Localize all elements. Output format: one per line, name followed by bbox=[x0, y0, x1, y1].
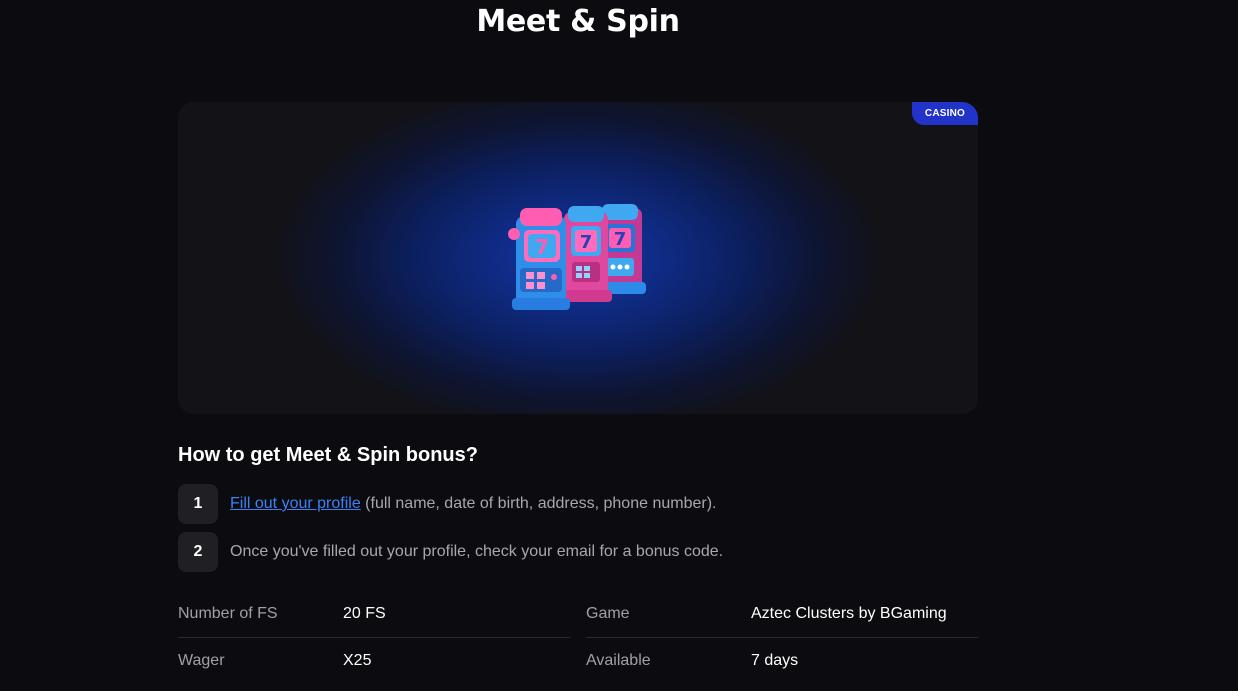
svg-text:7: 7 bbox=[535, 235, 549, 259]
step-text: Fill out your profile (full name, date o… bbox=[230, 495, 716, 513]
bonus-banner: CASINO 7 7 7 bbox=[178, 102, 978, 414]
game-value: Aztec Clusters by BGaming bbox=[751, 605, 947, 622]
step-number: 1 bbox=[178, 484, 218, 524]
how-to-title: How to get Meet & Spin bonus? bbox=[178, 444, 478, 466]
step-1: 1 Fill out your profile (full name, date… bbox=[178, 484, 716, 524]
number-of-fs-label: Number of FS bbox=[178, 605, 278, 622]
available-label: Available bbox=[586, 652, 651, 669]
step-1-text: (full name, date of birth, address, phon… bbox=[360, 495, 717, 512]
wager-value: X25 bbox=[343, 652, 372, 669]
fill-profile-link[interactable]: Fill out your profile bbox=[230, 495, 361, 512]
number-of-fs-value: 20 FS bbox=[343, 605, 386, 622]
slot-machines-icon: 7 7 7 bbox=[508, 204, 646, 310]
svg-text:7: 7 bbox=[580, 232, 593, 253]
page-title: Meet & Spin bbox=[476, 4, 680, 39]
step-2: 2 Once you've filled out your profile, c… bbox=[178, 532, 723, 572]
divider bbox=[178, 637, 570, 638]
wager-label: Wager bbox=[178, 652, 225, 669]
available-value: 7 days bbox=[751, 652, 799, 669]
svg-text:7: 7 bbox=[614, 229, 627, 250]
game-label: Game bbox=[586, 605, 630, 622]
category-badge: CASINO bbox=[911, 102, 978, 125]
step-number: 2 bbox=[178, 532, 218, 572]
step-2-text: Once you've filled out your profile, che… bbox=[230, 543, 724, 560]
